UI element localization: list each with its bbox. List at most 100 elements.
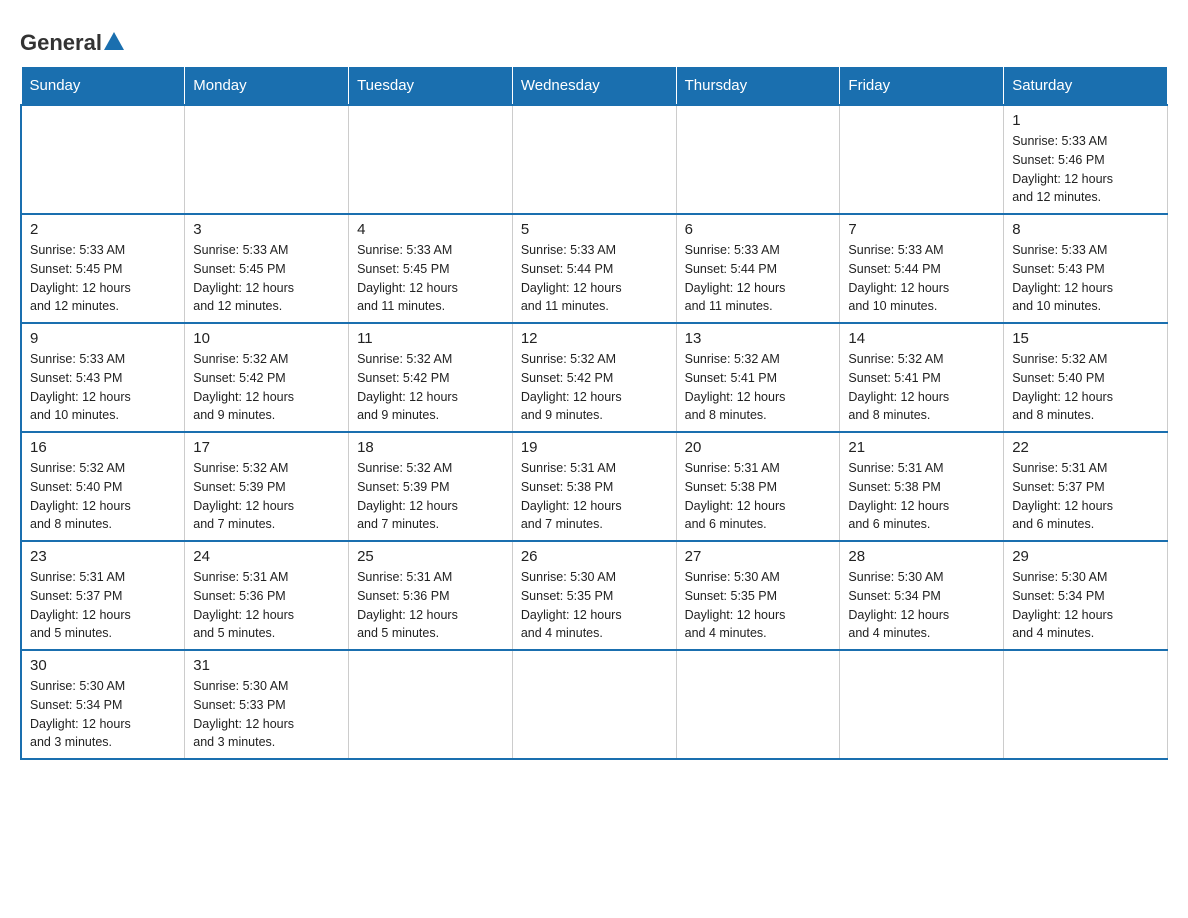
- day-info: Sunrise: 5:32 AM Sunset: 5:40 PM Dayligh…: [1012, 350, 1159, 425]
- day-info: Sunrise: 5:32 AM Sunset: 5:42 PM Dayligh…: [193, 350, 340, 425]
- day-number: 15: [1012, 330, 1159, 347]
- calendar-cell: 26Sunrise: 5:30 AM Sunset: 5:35 PM Dayli…: [512, 541, 676, 650]
- calendar-week-row: 16 Sunrise: 5:32 AM Sunset: 5:40 PM Dayli…: [21, 432, 1168, 541]
- day-info: Sunrise: 5:32 AM Sunset: 5:40 PM Dayligh…: [30, 459, 176, 534]
- day-number: 23: [30, 548, 176, 565]
- calendar-header-monday: Monday: [185, 67, 349, 106]
- calendar-cell: 1 Sunrise: 5:33 AM Sunset: 5:46 PM Daylig…: [1004, 105, 1168, 214]
- day-info: Sunrise: 5:30 AM Sunset: 5:35 PM Dayligh…: [685, 568, 832, 643]
- calendar-cell: 4 Sunrise: 5:33 AM Sunset: 5:45 PM Daylig…: [349, 214, 513, 323]
- calendar-cell: [349, 650, 513, 759]
- calendar-cell: [21, 105, 185, 214]
- day-number: 5: [521, 221, 668, 238]
- day-number: 29: [1012, 548, 1159, 565]
- day-info: Sunrise: 5:31 AM Sunset: 5:38 PM Dayligh…: [685, 459, 832, 534]
- day-number: 27: [685, 548, 832, 565]
- day-number: 31: [193, 657, 340, 674]
- day-number: 24: [193, 548, 340, 565]
- day-number: 8: [1012, 221, 1159, 238]
- calendar-cell: 24 Sunrise: 5:31 AM Sunset: 5:36 PM Dayli…: [185, 541, 349, 650]
- calendar-cell: [676, 650, 840, 759]
- day-number: 20: [685, 439, 832, 456]
- day-number: 3: [193, 221, 340, 238]
- day-number: 9: [30, 330, 176, 347]
- calendar-header-tuesday: Tuesday: [349, 67, 513, 106]
- calendar-cell: 17Sunrise: 5:32 AM Sunset: 5:39 PM Dayli…: [185, 432, 349, 541]
- calendar-cell: 27 Sunrise: 5:30 AM Sunset: 5:35 PM Dayli…: [676, 541, 840, 650]
- day-number: 22: [1012, 439, 1159, 456]
- day-number: 11: [357, 330, 504, 347]
- calendar-cell: 30 Sunrise: 5:30 AM Sunset: 5:34 PM Dayli…: [21, 650, 185, 759]
- day-info: Sunrise: 5:31 AM Sunset: 5:37 PM Dayligh…: [30, 568, 176, 643]
- day-number: 30: [30, 657, 176, 674]
- day-number: 1: [1012, 112, 1159, 129]
- calendar-cell: 10 Sunrise: 5:32 AM Sunset: 5:42 PM Dayli…: [185, 323, 349, 432]
- calendar-cell: 18Sunrise: 5:32 AM Sunset: 5:39 PM Dayli…: [349, 432, 513, 541]
- calendar-cell: 13Sunrise: 5:32 AM Sunset: 5:41 PM Dayli…: [676, 323, 840, 432]
- day-info: Sunrise: 5:31 AM Sunset: 5:36 PM Dayligh…: [357, 568, 504, 643]
- calendar-cell: 9 Sunrise: 5:33 AM Sunset: 5:43 PM Daylig…: [21, 323, 185, 432]
- day-number: 4: [357, 221, 504, 238]
- day-number: 16: [30, 439, 176, 456]
- day-info: Sunrise: 5:33 AM Sunset: 5:44 PM Dayligh…: [848, 241, 995, 316]
- day-number: 6: [685, 221, 832, 238]
- calendar-cell: 6Sunrise: 5:33 AM Sunset: 5:44 PM Daylig…: [676, 214, 840, 323]
- calendar-cell: 7Sunrise: 5:33 AM Sunset: 5:44 PM Daylig…: [840, 214, 1004, 323]
- day-info: Sunrise: 5:33 AM Sunset: 5:43 PM Dayligh…: [30, 350, 176, 425]
- calendar-header-thursday: Thursday: [676, 67, 840, 106]
- day-number: 18: [357, 439, 504, 456]
- calendar-cell: 16 Sunrise: 5:32 AM Sunset: 5:40 PM Dayli…: [21, 432, 185, 541]
- day-info: Sunrise: 5:31 AM Sunset: 5:38 PM Dayligh…: [848, 459, 995, 534]
- day-number: 10: [193, 330, 340, 347]
- calendar-header-row: SundayMondayTuesdayWednesdayThursdayFrid…: [21, 67, 1168, 106]
- calendar-week-row: 9 Sunrise: 5:33 AM Sunset: 5:43 PM Daylig…: [21, 323, 1168, 432]
- calendar-cell: 22 Sunrise: 5:31 AM Sunset: 5:37 PM Dayli…: [1004, 432, 1168, 541]
- day-info: Sunrise: 5:30 AM Sunset: 5:34 PM Dayligh…: [30, 677, 176, 752]
- calendar-header-sunday: Sunday: [21, 67, 185, 106]
- logo: General: [20, 30, 124, 56]
- day-number: 19: [521, 439, 668, 456]
- calendar-table: SundayMondayTuesdayWednesdayThursdayFrid…: [20, 66, 1168, 760]
- calendar-cell: [349, 105, 513, 214]
- day-info: Sunrise: 5:32 AM Sunset: 5:42 PM Dayligh…: [357, 350, 504, 425]
- day-number: 25: [357, 548, 504, 565]
- calendar-cell: 2Sunrise: 5:33 AM Sunset: 5:45 PM Daylig…: [21, 214, 185, 323]
- day-number: 13: [685, 330, 832, 347]
- calendar-cell: 31Sunrise: 5:30 AM Sunset: 5:33 PM Dayli…: [185, 650, 349, 759]
- calendar-cell: 29Sunrise: 5:30 AM Sunset: 5:34 PM Dayli…: [1004, 541, 1168, 650]
- day-info: Sunrise: 5:33 AM Sunset: 5:46 PM Dayligh…: [1012, 132, 1159, 207]
- calendar-header-friday: Friday: [840, 67, 1004, 106]
- page-header: General: [20, 20, 1168, 56]
- calendar-week-row: 30 Sunrise: 5:30 AM Sunset: 5:34 PM Dayli…: [21, 650, 1168, 759]
- calendar-cell: 12Sunrise: 5:32 AM Sunset: 5:42 PM Dayli…: [512, 323, 676, 432]
- day-number: 12: [521, 330, 668, 347]
- calendar-cell: 14Sunrise: 5:32 AM Sunset: 5:41 PM Dayli…: [840, 323, 1004, 432]
- calendar-cell: [512, 105, 676, 214]
- calendar-header-wednesday: Wednesday: [512, 67, 676, 106]
- day-info: Sunrise: 5:31 AM Sunset: 5:36 PM Dayligh…: [193, 568, 340, 643]
- calendar-cell: [676, 105, 840, 214]
- logo-triangle-icon: [104, 32, 124, 50]
- calendar-week-row: 1 Sunrise: 5:33 AM Sunset: 5:46 PM Daylig…: [21, 105, 1168, 214]
- calendar-header-saturday: Saturday: [1004, 67, 1168, 106]
- calendar-cell: 21 Sunrise: 5:31 AM Sunset: 5:38 PM Dayli…: [840, 432, 1004, 541]
- calendar-cell: [185, 105, 349, 214]
- day-info: Sunrise: 5:32 AM Sunset: 5:41 PM Dayligh…: [848, 350, 995, 425]
- calendar-week-row: 2 Sunrise: 5:33 AM Sunset: 5:45 PM Daylig…: [21, 214, 1168, 323]
- day-info: Sunrise: 5:31 AM Sunset: 5:37 PM Dayligh…: [1012, 459, 1159, 534]
- calendar-cell: 20 Sunrise: 5:31 AM Sunset: 5:38 PM Dayli…: [676, 432, 840, 541]
- calendar-cell: [840, 650, 1004, 759]
- day-info: Sunrise: 5:33 AM Sunset: 5:45 PM Dayligh…: [193, 241, 340, 316]
- calendar-cell: 11 Sunrise: 5:32 AM Sunset: 5:42 PM Dayli…: [349, 323, 513, 432]
- logo-general-text: General: [20, 30, 102, 56]
- day-number: 21: [848, 439, 995, 456]
- calendar-cell: 28Sunrise: 5:30 AM Sunset: 5:34 PM Dayli…: [840, 541, 1004, 650]
- day-number: 17: [193, 439, 340, 456]
- day-number: 2: [30, 221, 176, 238]
- calendar-cell: [840, 105, 1004, 214]
- calendar-cell: 8Sunrise: 5:33 AM Sunset: 5:43 PM Daylig…: [1004, 214, 1168, 323]
- calendar-cell: 19Sunrise: 5:31 AM Sunset: 5:38 PM Dayli…: [512, 432, 676, 541]
- day-info: Sunrise: 5:33 AM Sunset: 5:45 PM Dayligh…: [357, 241, 504, 316]
- calendar-cell: 23 Sunrise: 5:31 AM Sunset: 5:37 PM Dayli…: [21, 541, 185, 650]
- day-info: Sunrise: 5:33 AM Sunset: 5:44 PM Dayligh…: [521, 241, 668, 316]
